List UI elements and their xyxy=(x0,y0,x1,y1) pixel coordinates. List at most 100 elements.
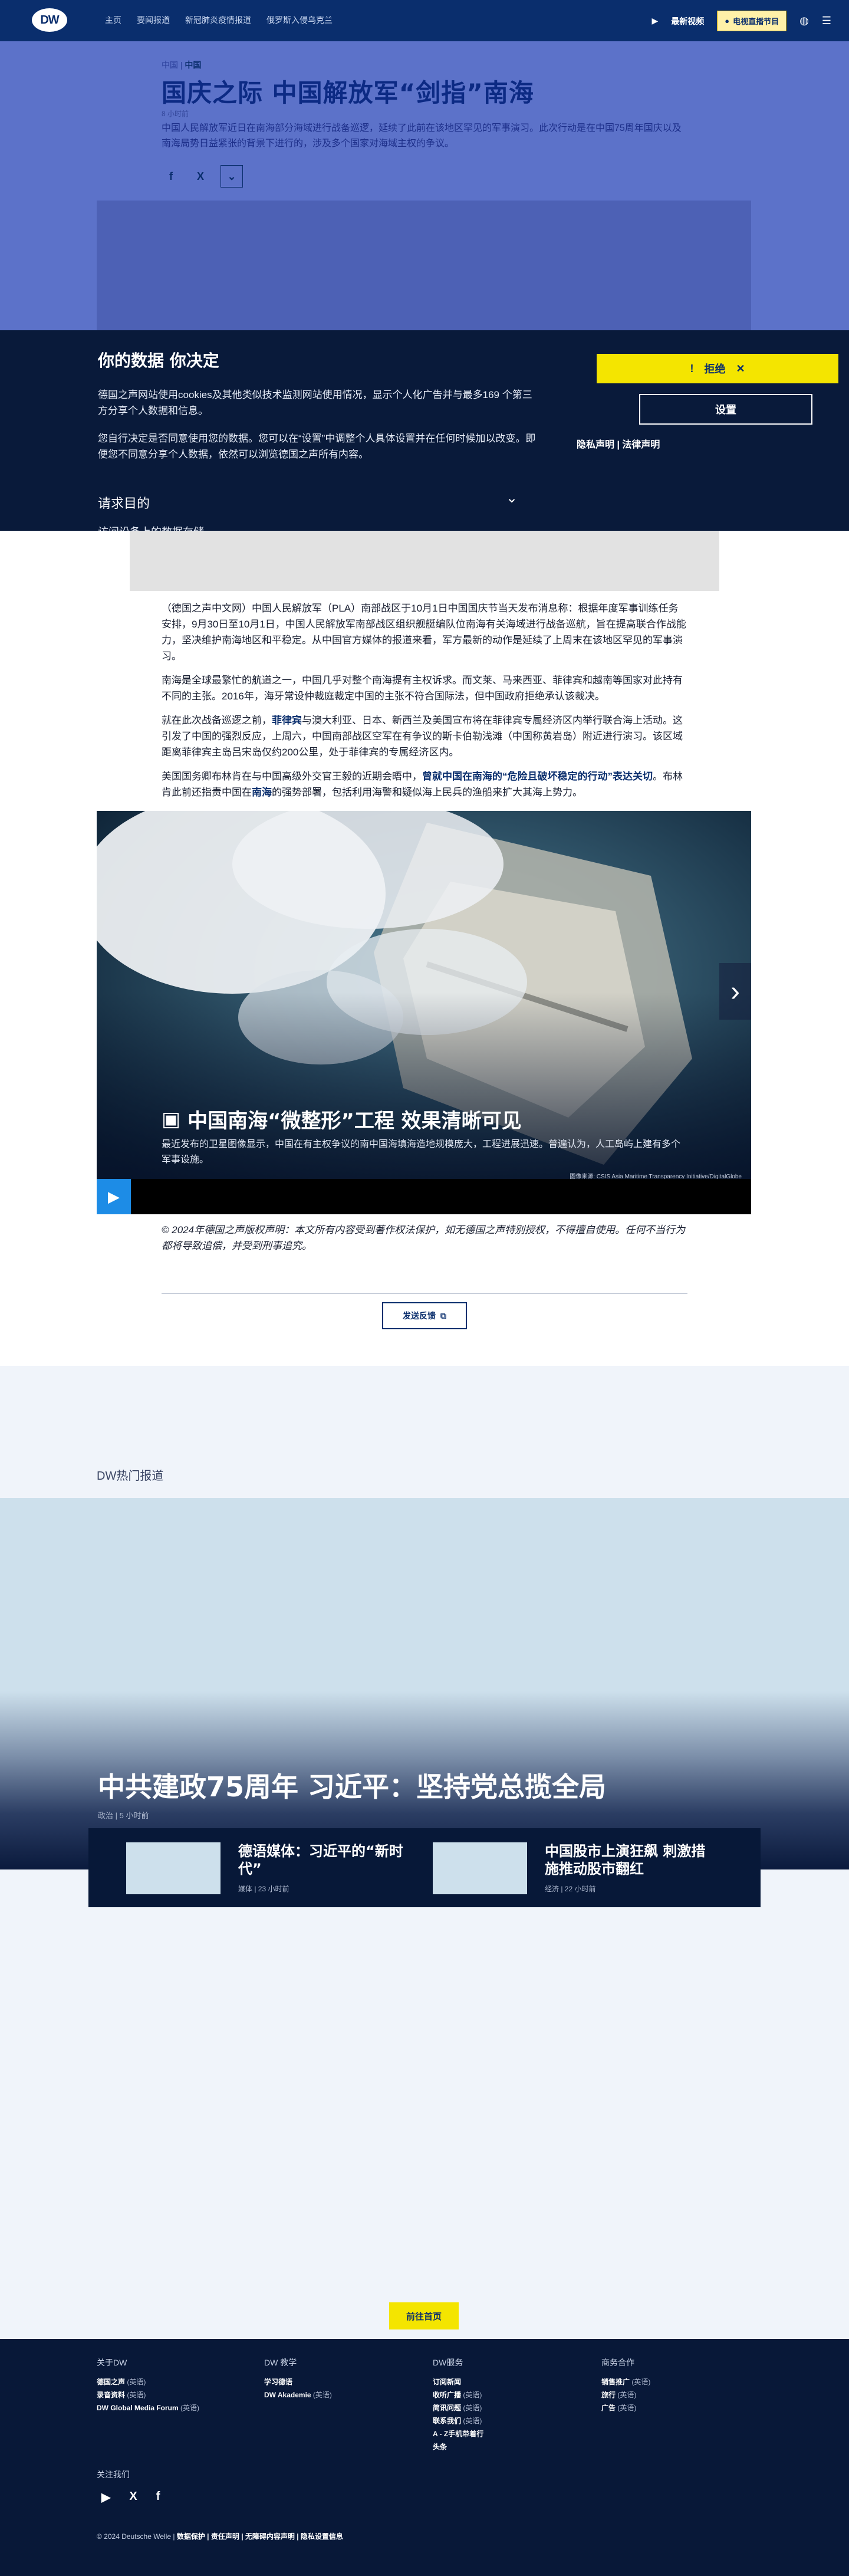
card-thumbnail xyxy=(433,1842,527,1894)
card-text: 德语媒体：习近平的“新时代” 媒体 | 23 小时前 xyxy=(238,1842,409,1894)
philippines-link[interactable]: 菲律宾 xyxy=(272,715,302,726)
copy-icon: ⧉ xyxy=(440,1310,446,1320)
gallery-icon: ▣ xyxy=(162,1107,181,1131)
footer-link[interactable]: 订阅新闻 xyxy=(433,2375,586,2388)
nav-right: ▶ 最新视频 ● 电视直播节目 ◍ ☰ xyxy=(651,11,831,31)
feedback-button[interactable]: 发送反馈 ⧉ xyxy=(382,1302,467,1329)
live-video-link[interactable]: 最新视频 xyxy=(671,15,704,27)
hot-news-label: DW热门报道 xyxy=(97,1470,164,1483)
paragraph: 南海是全球最繁忙的航道之一，中国几乎对整个南海提有主权诉求。而文莱、马来西亚、菲… xyxy=(162,675,683,702)
gallery-description: 最近发布的卫星图像显示，中国在有主权争议的南中国海填海造地规模庞大，工程进展迅速… xyxy=(162,1139,681,1165)
cookie-title: 你的数据 你决定 xyxy=(98,351,219,370)
footer-col-business: 商务合作 销售推广 (英语) 旅行 (英语) 广告 (英语) xyxy=(601,2357,755,2414)
go-home-button[interactable]: 前往首页 xyxy=(389,2302,459,2329)
footer-link[interactable]: A - Z手机带着行 xyxy=(433,2427,586,2440)
footer-link[interactable]: 销售推广 (英语) xyxy=(601,2375,755,2388)
reject-label: 拒绝 xyxy=(704,363,726,375)
footer-link[interactable]: 德国之声 (英语) xyxy=(97,2375,250,2388)
share-bar: f X ⌄ xyxy=(162,165,243,188)
blinken-concern-link[interactable]: 曾就中国在南海的“危险且破坏稳定的行动”表达关切 xyxy=(422,771,653,782)
article-time: 8 小时前 xyxy=(162,110,189,118)
cookie-purpose-toggle[interactable]: 请求目的 xyxy=(98,493,150,512)
x-icon[interactable]: X xyxy=(129,2490,137,2505)
footer-col-title: DW服务 xyxy=(433,2358,463,2367)
footer-link[interactable]: 头条 xyxy=(433,2440,586,2453)
paragraph-text: 就在此次战备巡逻之前， xyxy=(162,715,272,726)
play-icon[interactable]: ▶ xyxy=(97,1179,131,1214)
paragraph: 就在此次战备巡逻之前，菲律宾与澳大利亚、日本、新西兰及美国宣布将在菲律宾专属经济… xyxy=(162,712,687,760)
privacy-legal-links[interactable]: 隐私声明 | 法律声明 xyxy=(577,436,660,451)
footer-link[interactable]: 收听广播 (英语) xyxy=(433,2388,586,2401)
gallery-title-text: 中国南海“微整形”工程 效果清晰可见 xyxy=(187,1109,522,1133)
footer-link[interactable]: 录音资料 (英语) xyxy=(97,2388,250,2401)
feature-title[interactable]: 中共建政75周年 习近平：坚持党总揽全局 xyxy=(98,1766,606,1805)
tv-icon: ● xyxy=(725,17,730,25)
copyright-notice: © 2024年德国之声版权声明：本文所有内容受到著作权法保护，如无德国之声特别授… xyxy=(162,1224,686,1251)
reject-button[interactable]: ! 拒绝 ✕ xyxy=(597,354,838,383)
footer-link[interactable]: DW Global Media Forum (英语) xyxy=(97,2401,250,2414)
hero-image xyxy=(97,201,751,330)
legal-link-list[interactable]: 数据保护 | 责任声明 | 无障碍内容声明 | 隐私设置信息 xyxy=(177,2532,343,2541)
dw-logo[interactable]: DW xyxy=(32,8,67,32)
gallery-title: ▣ 中国南海“微整形”工程 效果清晰可见 xyxy=(162,1105,522,1133)
menu-icon[interactable]: ☰ xyxy=(822,15,831,27)
more-share-icon[interactable]: ⌄ xyxy=(221,165,243,188)
feature-meta: 政治 | 5 小时前 xyxy=(98,1811,149,1820)
nav-link-top-news[interactable]: 要闻报道 xyxy=(137,14,170,26)
copyright-text: © 2024 Deutsche Welle | xyxy=(97,2532,175,2541)
facebook-icon[interactable]: f xyxy=(156,2490,160,2505)
nav-links: 主页 要闻报道 新冠肺炎疫情报道 俄罗斯入侵乌克兰 xyxy=(105,14,333,26)
chevron-down-icon[interactable]: ⌄ xyxy=(506,489,518,507)
card-thumbnail xyxy=(126,1842,221,1894)
breadcrumb-link[interactable]: 中国 xyxy=(185,60,201,70)
live-video-icon: ▶ xyxy=(651,16,659,25)
footer-link[interactable]: DW Akademie (英语) xyxy=(264,2388,417,2401)
youtube-icon[interactable]: ▶ xyxy=(101,2490,110,2505)
card-meta: 媒体 | 23 小时前 xyxy=(238,1885,289,1893)
facebook-icon[interactable]: f xyxy=(162,167,180,186)
nav-link-home[interactable]: 主页 xyxy=(105,14,121,26)
nav-link-ukraine[interactable]: 俄罗斯入侵乌克兰 xyxy=(266,14,333,26)
x-icon[interactable]: X xyxy=(191,167,210,186)
footer: 关于DW 德国之声 (英语) 录音资料 (英语) DW Global Media… xyxy=(0,2339,849,2576)
next-arrow-icon[interactable]: › xyxy=(719,963,751,1020)
top-nav: DW 主页 要闻报道 新冠肺炎疫情报道 俄罗斯入侵乌克兰 ▶ 最新视频 ● 电视直… xyxy=(0,0,849,41)
article-image-placeholder xyxy=(130,531,719,591)
footer-col-services: DW服务 订阅新闻 收听广播 (英语) 简讯问题 (英语) 联系我们 (英语) … xyxy=(433,2357,586,2453)
settings-button[interactable]: 设置 xyxy=(639,394,812,425)
breadcrumb-prefix: 中国 xyxy=(162,60,178,70)
footer-link[interactable]: 旅行 (英语) xyxy=(601,2388,755,2401)
gallery-thumbnail-bar xyxy=(131,1179,751,1214)
cookie-purpose-item: 访问设备上的数据存储 xyxy=(98,524,204,531)
footer-col-learn: DW 教学 学习德语 DW Akademie (英语) xyxy=(264,2357,417,2401)
page-title: 国庆之际 中国解放军“剑指”南海 xyxy=(162,78,534,107)
footer-col-title: 商务合作 xyxy=(601,2358,634,2367)
follow-us-label: 关注我们 xyxy=(97,2470,130,2479)
footer-link[interactable]: 广告 (英语) xyxy=(601,2401,755,2414)
live-tv-label: 电视直播节目 xyxy=(733,17,779,26)
footer-link[interactable]: 学习德语 xyxy=(264,2375,417,2388)
footer-col-title: DW 教学 xyxy=(264,2358,297,2367)
breadcrumb: 中国 | 中国 xyxy=(162,60,202,70)
cookie-banner: 你的数据 你决定 德国之声网站使用cookies及其他类似技术监测网站使用情况，… xyxy=(0,330,849,531)
social-links: ▶ X f xyxy=(101,2490,160,2505)
alert-icon: ! xyxy=(690,362,694,374)
cookie-text-2: 您自行决定是否同意使用您的数据。您可以在“设置”中调整个人具体设置并在任何时候加… xyxy=(98,433,536,460)
news-card[interactable]: 德语媒体：习近平的“新时代” 媒体 | 23 小时前 xyxy=(126,1842,409,1894)
cookie-text-1: 德国之声网站使用cookies及其他类似技术监测网站使用情况，显示个人化广告并与… xyxy=(98,389,532,416)
paragraph-text: 美国国务卿布林肯在与中国高级外交官王毅的近期会晤中， xyxy=(162,771,422,782)
live-tv-button[interactable]: ● 电视直播节目 xyxy=(717,11,787,31)
language-icon[interactable]: ◍ xyxy=(799,15,809,27)
article-body: （德国之声中文网）中国人民解放军（PLA）南部战区于10月1日中国国庆节当天发布… xyxy=(0,531,849,1366)
legal-links: © 2024 Deutsche Welle | 数据保护 | 责任声明 | 无障… xyxy=(97,2531,343,2541)
image-gallery[interactable]: › ▣ 中国南海“微整形”工程 效果清晰可见 最近发布的卫星图像显示，中国在有主权… xyxy=(97,811,751,1214)
feedback-label: 发送反馈 xyxy=(403,1311,436,1320)
paragraph: （德国之声中文网）中国人民解放军（PLA）南部战区于10月1日中国国庆节当天发布… xyxy=(162,603,686,662)
news-card[interactable]: 中国股市上演狂飙 刺激措施推动股市翻红 经济 | 22 小时前 xyxy=(433,1842,716,1894)
south-china-sea-link[interactable]: 南海 xyxy=(252,787,272,798)
card-title: 中国股市上演狂飙 刺激措施推动股市翻红 xyxy=(545,1843,706,1877)
footer-link[interactable]: 联系我们 (英语) xyxy=(433,2414,586,2427)
nav-link-covid[interactable]: 新冠肺炎疫情报道 xyxy=(185,14,251,26)
footer-link[interactable]: 简讯问题 (英语) xyxy=(433,2401,586,2414)
close-icon: ✕ xyxy=(736,362,745,374)
